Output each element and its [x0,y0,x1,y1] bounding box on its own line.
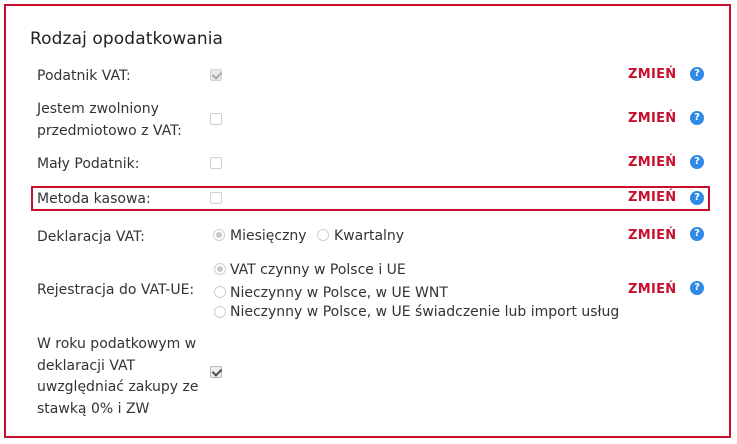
vat-eu-wnt-label: Nieczynny w Polsce, w UE WNT [230,285,448,301]
vat-declaration-quarterly-label: Kwartalny [334,228,405,244]
vat-declaration-label: Deklaracja VAT: [37,229,145,245]
zero-rate-purchases-label-line1: W roku podatkowym w [37,336,197,352]
cash-method-checkbox[interactable] [210,192,222,204]
vat-declaration-quarterly-radio[interactable] [317,229,329,241]
question-circle-icon[interactable]: ? [690,155,704,169]
vat-eu-services-label: Nieczynny w Polsce, w UE świadczenie lub… [230,304,620,320]
vat-payer-label: Podatnik VAT: [37,68,131,84]
section-title: Rodzaj opodatkowania [30,29,224,49]
small-taxpayer-label: Mały Podatnik: [37,156,140,172]
vat-eu-wnt-radio[interactable] [214,286,226,298]
vat-payer-checkbox [210,69,222,81]
vat-declaration-monthly-label: Miesięczny [230,228,307,244]
zero-rate-purchases-label-line4: stawką 0% i ZW [37,401,150,417]
vat-eu-active-radio[interactable] [214,263,226,275]
vat-exempt-checkbox[interactable] [210,113,222,125]
vat-declaration-change-button[interactable]: ZMIEŃ [628,228,676,243]
zero-rate-purchases-label-line3: uwzględniać zakupy ze [37,379,199,395]
vat-payer-change-button[interactable]: ZMIEŃ [628,67,676,82]
zero-rate-purchases-label-line2: deklaracji VAT [37,358,136,374]
vat-eu-registration-label: Rejestracja do VAT-UE: [37,282,195,298]
vat-eu-services-radio[interactable] [214,306,226,318]
vat-exempt-label-line1: Jestem zwolniony [37,101,159,117]
small-taxpayer-change-button[interactable]: ZMIEŃ [628,155,676,170]
question-circle-icon[interactable]: ? [690,227,704,241]
vat-declaration-monthly-radio[interactable] [213,229,225,241]
zero-rate-purchases-checkbox[interactable] [210,366,222,378]
vat-exempt-change-button[interactable]: ZMIEŃ [628,111,676,126]
question-circle-icon[interactable]: ? [690,191,704,205]
vat-eu-active-label: VAT czynny w Polsce i UE [230,262,406,278]
small-taxpayer-checkbox[interactable] [210,157,222,169]
question-circle-icon[interactable]: ? [690,281,704,295]
vat-eu-change-button[interactable]: ZMIEŃ [628,282,676,297]
cash-method-change-button[interactable]: ZMIEŃ [628,190,676,205]
cash-method-label: Metoda kasowa: [37,191,151,207]
question-circle-icon[interactable]: ? [690,67,704,81]
question-circle-icon[interactable]: ? [690,111,704,125]
vat-exempt-label-line2: przedmiotowo z VAT: [37,123,182,139]
